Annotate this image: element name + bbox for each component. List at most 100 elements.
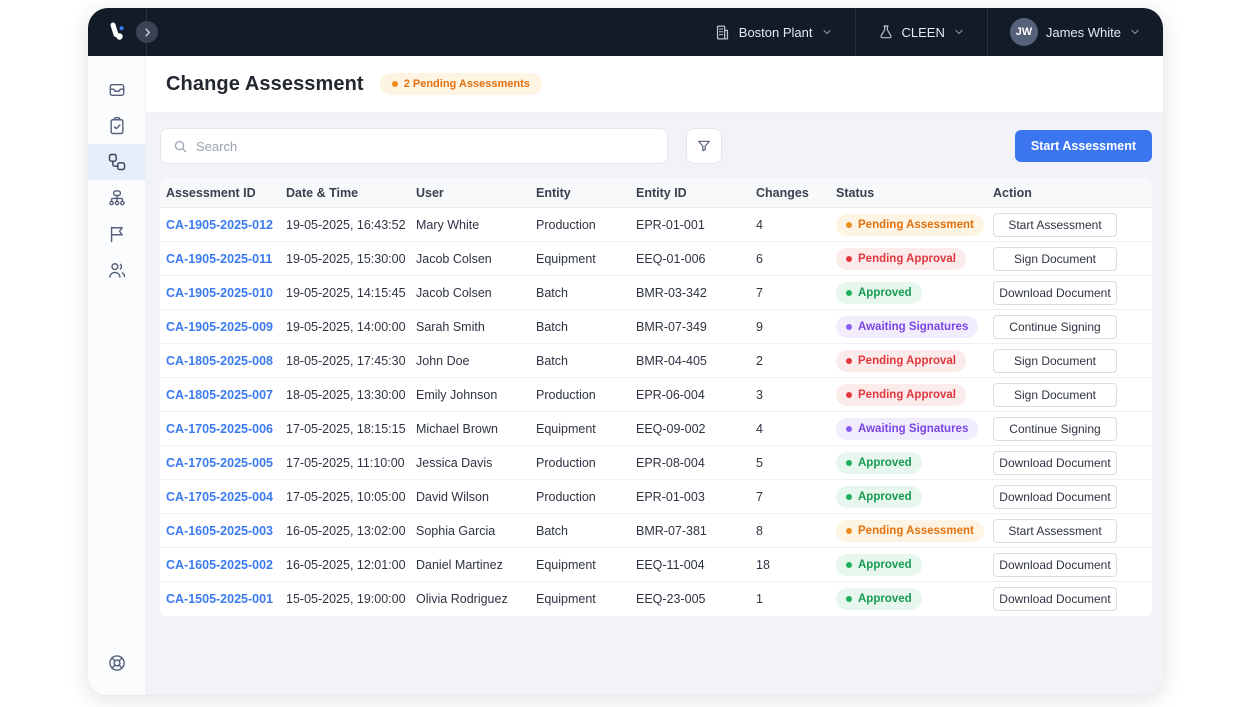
changes-cell: 6 (756, 252, 836, 266)
entity-cell: Equipment (536, 252, 636, 266)
sidebar-item-support[interactable] (88, 645, 145, 681)
status-dot (846, 256, 852, 262)
row-action-button[interactable]: Download Document (993, 451, 1117, 475)
sidebar-item-flags[interactable] (88, 216, 145, 252)
avatar: JW (1010, 18, 1038, 46)
sidebar-item-inbox[interactable] (88, 72, 145, 108)
assessment-id-link[interactable]: CA-1705-2025-005 (166, 456, 286, 470)
date-time-cell: 17-05-2025, 10:05:00 (286, 490, 416, 504)
search-icon (173, 139, 188, 154)
column-header-assessment-id: Assessment ID (166, 186, 286, 200)
row-action-button[interactable]: Download Document (993, 485, 1117, 509)
row-action-button[interactable]: Download Document (993, 587, 1117, 611)
sidebar-item-hierarchy[interactable] (88, 180, 145, 216)
user-name: James White (1046, 25, 1121, 40)
column-header-changes: Changes (756, 186, 836, 200)
status-label: Approved (858, 491, 912, 503)
assessment-id-link[interactable]: CA-1905-2025-012 (166, 218, 286, 232)
search-input[interactable] (196, 139, 655, 154)
status-dot (846, 562, 852, 568)
assessments-table: Assessment ID Date & Time User Entity En… (160, 178, 1152, 616)
date-time-cell: 19-05-2025, 15:30:00 (286, 252, 416, 266)
table-row: CA-1905-2025-009 19-05-2025, 14:00:00 Sa… (160, 310, 1152, 344)
column-header-entity: Entity (536, 186, 636, 200)
status-badge: Pending Assessment (836, 214, 984, 236)
status-label: Awaiting Signatures (858, 423, 968, 435)
row-action-button[interactable]: Sign Document (993, 383, 1117, 407)
assessment-id-link[interactable]: CA-1905-2025-009 (166, 320, 286, 334)
entity-cell: Batch (536, 286, 636, 300)
row-action-button[interactable]: Sign Document (993, 247, 1117, 271)
entity-cell: Equipment (536, 558, 636, 572)
sidebar-item-change-assessment[interactable] (88, 144, 145, 180)
assessment-id-link[interactable]: CA-1605-2025-002 (166, 558, 286, 572)
status-badge: Approved (836, 588, 922, 610)
user-cell: Jessica Davis (416, 456, 536, 470)
row-action-button[interactable]: Download Document (993, 553, 1117, 577)
changes-cell: 4 (756, 218, 836, 232)
assessment-id-link[interactable]: CA-1805-2025-008 (166, 354, 286, 368)
assessment-id-link[interactable]: CA-1905-2025-011 (166, 252, 286, 266)
date-time-cell: 19-05-2025, 14:00:00 (286, 320, 416, 334)
entity-cell: Batch (536, 320, 636, 334)
changes-cell: 5 (756, 456, 836, 470)
status-label: Pending Approval (858, 355, 956, 367)
sidebar-item-users[interactable] (88, 252, 145, 288)
status-badge: Awaiting Signatures (836, 418, 978, 440)
support-icon (107, 653, 127, 673)
status-badge: Approved (836, 554, 922, 576)
status-dot (846, 392, 852, 398)
status-label: Approved (858, 457, 912, 469)
system-label: CLEEN (902, 25, 945, 40)
column-header-date-time: Date & Time (286, 186, 416, 200)
pending-badge-label: 2 Pending Assessments (404, 78, 530, 90)
entity-id-cell: BMR-03-342 (636, 286, 756, 300)
start-assessment-button[interactable]: Start Assessment (1015, 130, 1152, 162)
entity-cell: Production (536, 388, 636, 402)
chevron-down-icon (953, 26, 965, 38)
system-selector[interactable]: CLEEN (856, 8, 987, 56)
assessment-id-link[interactable]: CA-1505-2025-001 (166, 592, 286, 606)
assessment-id-link[interactable]: CA-1805-2025-007 (166, 388, 286, 402)
row-action-button[interactable]: Start Assessment (993, 519, 1117, 543)
sidebar-item-tasks[interactable] (88, 108, 145, 144)
chevron-down-icon (1129, 26, 1141, 38)
status-dot (846, 324, 852, 330)
entity-id-cell: EPR-06-004 (636, 388, 756, 402)
row-action-button[interactable]: Sign Document (993, 349, 1117, 373)
top-bar: Boston Plant CLEEN JW J (88, 8, 1163, 56)
user-cell: Sophia Garcia (416, 524, 536, 538)
main-content: Change Assessment 2 Pending Assessments (146, 56, 1163, 695)
column-header-user: User (416, 186, 536, 200)
status-label: Pending Assessment (858, 219, 974, 231)
row-action-button[interactable]: Continue Signing (993, 417, 1117, 441)
entity-id-cell: EPR-01-001 (636, 218, 756, 232)
entity-id-cell: EPR-08-004 (636, 456, 756, 470)
changes-cell: 3 (756, 388, 836, 402)
changes-cell: 2 (756, 354, 836, 368)
assessment-id-link[interactable]: CA-1905-2025-010 (166, 286, 286, 300)
hierarchy-icon (107, 188, 127, 208)
user-menu[interactable]: JW James White (988, 8, 1163, 56)
changes-cell: 7 (756, 490, 836, 504)
inbox-icon (107, 80, 127, 100)
assessment-id-link[interactable]: CA-1605-2025-003 (166, 524, 286, 538)
app-window: Boston Plant CLEEN JW J (88, 8, 1163, 695)
plant-selector[interactable]: Boston Plant (692, 8, 855, 56)
date-time-cell: 17-05-2025, 11:10:00 (286, 456, 416, 470)
row-action-button[interactable]: Start Assessment (993, 213, 1117, 237)
row-action-button[interactable]: Continue Signing (993, 315, 1117, 339)
date-time-cell: 17-05-2025, 18:15:15 (286, 422, 416, 436)
changes-cell: 7 (756, 286, 836, 300)
assessment-id-link[interactable]: CA-1705-2025-004 (166, 490, 286, 504)
table-header-row: Assessment ID Date & Time User Entity En… (160, 178, 1152, 208)
table-row: CA-1705-2025-006 17-05-2025, 18:15:15 Mi… (160, 412, 1152, 446)
assessment-id-link[interactable]: CA-1705-2025-006 (166, 422, 286, 436)
column-header-status: Status (836, 186, 993, 200)
filter-button[interactable] (686, 128, 722, 164)
row-action-button[interactable]: Download Document (993, 281, 1117, 305)
status-label: Approved (858, 559, 912, 571)
sidebar-collapse-button[interactable] (136, 21, 158, 43)
status-badge: Awaiting Signatures (836, 316, 978, 338)
status-dot (846, 222, 852, 228)
